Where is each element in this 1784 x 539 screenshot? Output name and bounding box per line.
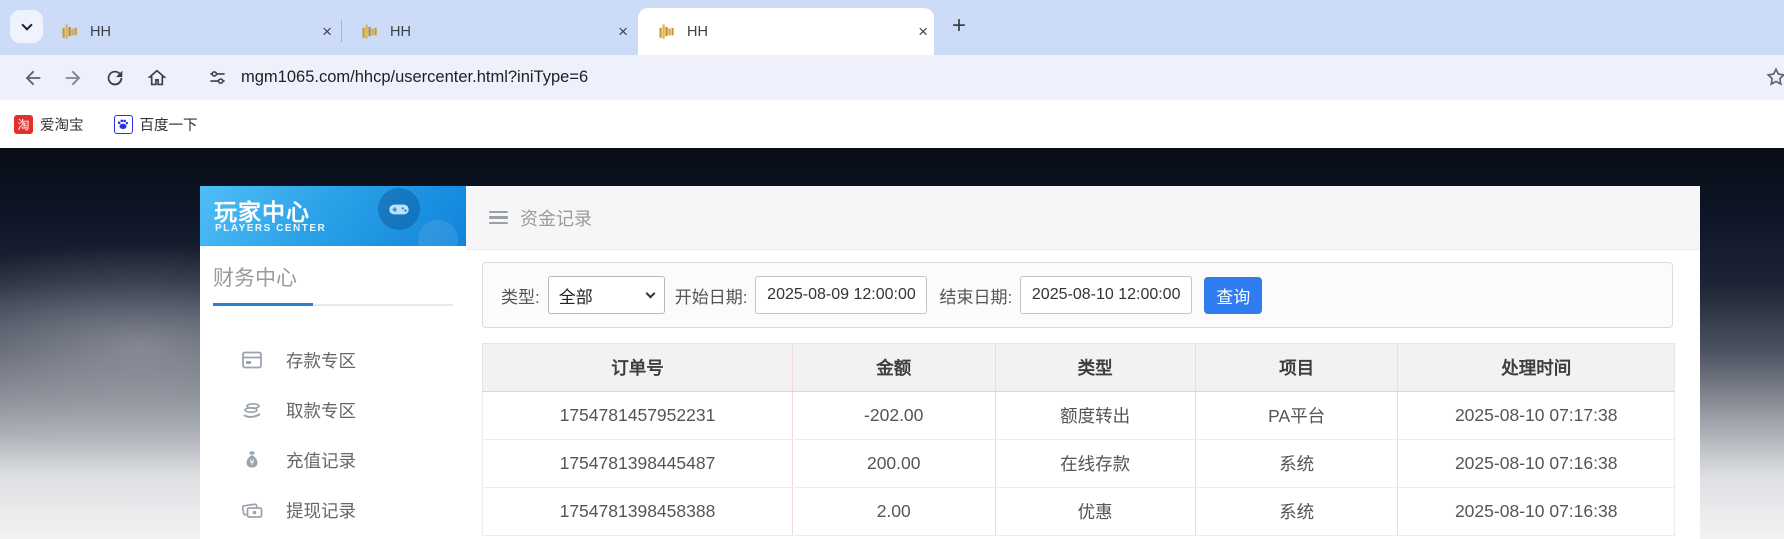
end-date-label: 结束日期: [939, 287, 1013, 307]
site-settings-tune-icon[interactable] [208, 68, 227, 87]
sidebar-body: 财务中心 存款专区 取款专区 ¥ 充值记录 提现记录 [200, 246, 466, 539]
withdraw-icon [243, 403, 261, 418]
table-row: 1754781457952231 -202.00 额度转出 PA平台 2025-… [482, 391, 1675, 440]
main-content: 资金记录 类型: 全部 开始日期: 结束日期: 查询 订单号 [466, 186, 1700, 539]
sidebar-item-label: 提现记录 [286, 500, 356, 521]
address-toolbar: mgm1065.com/hhcp/usercenter.html?iniType… [0, 55, 1784, 100]
cell-process-time: 2025-08-10 07:16:38 [1397, 487, 1675, 536]
withdrawal-record-icon [241, 503, 263, 518]
sidebar-item-label: 取款专区 [286, 400, 356, 421]
section-underline [213, 303, 453, 306]
bookmark-label: 百度一下 [139, 117, 198, 134]
tab-close-icon[interactable]: × [612, 23, 634, 40]
hh-gold-favicon [62, 24, 77, 39]
bookmark-label: 爱淘宝 [40, 117, 84, 134]
tab-2[interactable]: HH × [352, 8, 634, 55]
type-label: 类型: [501, 287, 540, 307]
column-process-time: 处理时间 [1397, 343, 1675, 392]
content-header: 资金记录 [466, 186, 1700, 250]
cell-project: 系统 [1195, 439, 1399, 488]
new-tab-button[interactable]: + [952, 14, 966, 38]
page-title: 资金记录 [520, 208, 592, 229]
reload-icon[interactable] [104, 67, 126, 89]
cell-amount: 2.00 [792, 487, 996, 536]
sidebar-item-withdraw[interactable]: 取款专区 [200, 388, 466, 432]
tab-title: HH [390, 23, 411, 40]
bookmark-taobao[interactable]: 淘 爱淘宝 [14, 114, 84, 135]
tab-3-active[interactable]: HH × [638, 8, 934, 55]
sidebar: 玩家中心 PLAYERS CENTER 财务中心 存款专区 取款专区 ¥ 充值记… [200, 186, 466, 539]
bookmark-baidu[interactable]: 百度一下 [113, 114, 198, 135]
taobao-icon: 淘 [14, 114, 33, 134]
sidebar-item-recharge-record[interactable]: ¥ 充值记录 [200, 438, 466, 482]
cell-project: PA平台 [1195, 391, 1399, 440]
cell-amount: 200.00 [792, 439, 996, 488]
url-text[interactable]: mgm1065.com/hhcp/usercenter.html?iniType… [241, 68, 588, 87]
filter-bar: 类型: 全部 开始日期: 结束日期: 查询 [482, 262, 1673, 328]
end-date-input[interactable] [1020, 276, 1193, 314]
cell-process-time: 2025-08-10 07:16:38 [1397, 439, 1675, 488]
sidebar-item-label: 存款专区 [286, 350, 356, 371]
deposit-icon [242, 351, 262, 369]
cell-order-id: 1754781398458388 [482, 487, 793, 536]
column-project: 项目 [1195, 343, 1399, 392]
tab-close-icon[interactable]: × [912, 23, 934, 40]
column-order-id: 订单号 [482, 343, 793, 392]
start-date-label: 开始日期: [674, 287, 748, 307]
tab-bar: HH × HH × HH × + [0, 0, 1784, 55]
start-date-input[interactable] [755, 276, 928, 314]
players-center-header: 玩家中心 PLAYERS CENTER [200, 186, 466, 246]
cell-type: 优惠 [995, 487, 1196, 536]
cell-type: 在线存款 [995, 439, 1196, 488]
hh-gold-favicon [362, 24, 377, 39]
cell-order-id: 1754781398445487 [482, 439, 793, 488]
chevron-down-icon [20, 18, 33, 31]
baidu-paw-icon [113, 114, 133, 134]
sidebar-item-withdrawal-record[interactable]: 提现记录 [200, 488, 466, 532]
bookmarks-bar: 淘 爱淘宝 百度一下 [0, 100, 1784, 148]
sidebar-item-label: 充值记录 [286, 450, 356, 471]
table-row: 1754781398458388 2.00 优惠 系统 2025-08-10 0… [482, 487, 1675, 536]
sidebar-item-deposit[interactable]: 存款专区 [200, 338, 466, 382]
bookmark-star-icon[interactable] [1765, 66, 1784, 88]
cell-amount: -202.00 [792, 391, 996, 440]
table-header-row: 订单号 金额 类型 项目 处理时间 [482, 343, 1675, 392]
gamepad-icon [378, 188, 420, 230]
cell-process-time: 2025-08-10 07:17:38 [1397, 391, 1675, 440]
tab-search-button[interactable] [10, 10, 43, 43]
column-type: 类型 [995, 343, 1196, 392]
tab-1[interactable]: HH × [48, 8, 338, 55]
hamburger-icon [489, 208, 508, 228]
type-select-value: 全部 [558, 287, 593, 307]
tab-title: HH [90, 23, 111, 40]
svg-text:¥: ¥ [249, 458, 254, 467]
cell-project: 系统 [1195, 487, 1399, 536]
funds-table: 订单号 金额 类型 项目 处理时间 1754781457952231 -202.… [482, 343, 1675, 536]
type-select[interactable]: 全部 [547, 276, 665, 314]
hh-gold-favicon [659, 24, 674, 39]
cell-order-id: 1754781457952231 [482, 391, 793, 440]
tab-title: HH [687, 23, 708, 40]
forward-icon[interactable] [62, 67, 84, 89]
sidebar-subtitle: PLAYERS CENTER [215, 223, 327, 234]
table-row: 1754781398445487 200.00 在线存款 系统 2025-08-… [482, 439, 1675, 488]
decor-circle [418, 220, 458, 246]
tab-close-icon[interactable]: × [316, 23, 338, 40]
tab-divider [341, 20, 342, 42]
browser-window: HH × HH × HH × + mgm1065.com/hhcp/userce… [0, 0, 1784, 539]
sidebar-title: 玩家中心 [214, 199, 310, 225]
recharge-record-icon: ¥ [246, 451, 258, 468]
usercenter-panel: 玩家中心 PLAYERS CENTER 财务中心 存款专区 取款专区 ¥ 充值记… [200, 186, 1700, 539]
finance-section-title: 财务中心 [213, 267, 297, 290]
back-icon[interactable] [22, 67, 44, 89]
chevron-down-icon [645, 288, 656, 298]
search-button[interactable]: 查询 [1204, 276, 1263, 314]
home-icon[interactable] [146, 67, 168, 89]
cell-type: 额度转出 [995, 391, 1196, 440]
column-amount: 金额 [792, 343, 996, 392]
